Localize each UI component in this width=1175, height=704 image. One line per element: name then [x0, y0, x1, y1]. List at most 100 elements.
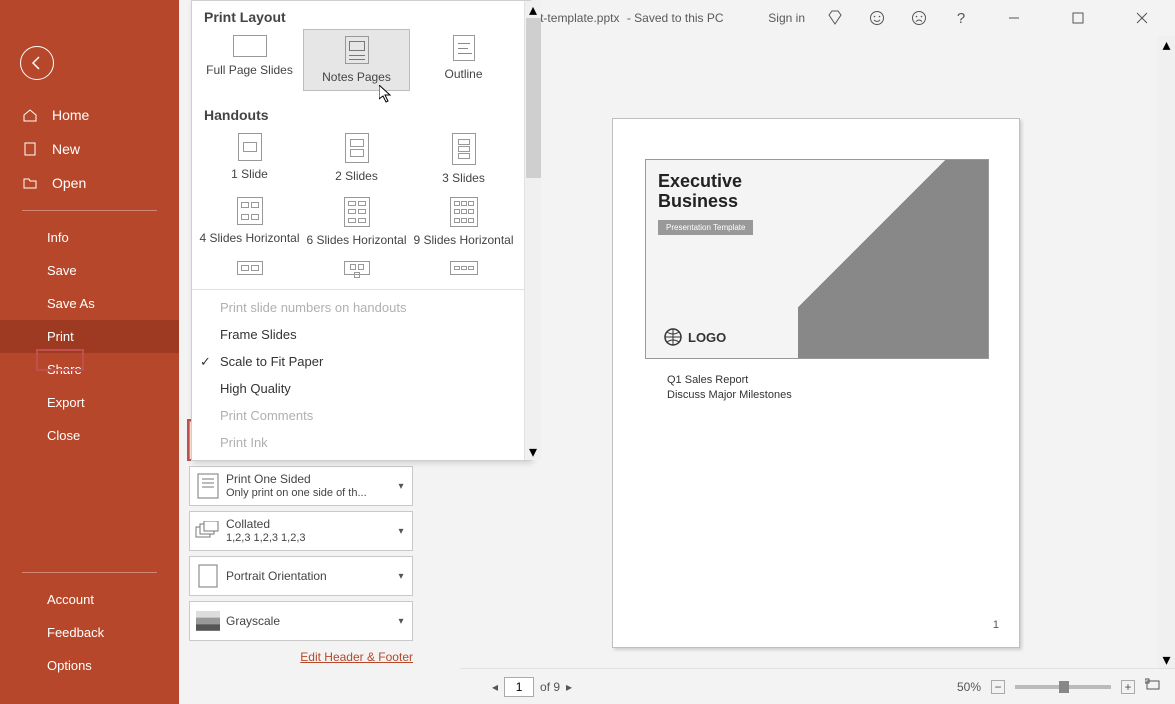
scrollbar-up-arrow[interactable]: ▴ — [525, 1, 541, 18]
note-line-1: Q1 Sales Report — [667, 373, 792, 388]
sidebar-item-home[interactable]: Home — [0, 98, 179, 132]
option-frame-slides[interactable]: Frame Slides — [192, 321, 530, 348]
layout-4-slides-horizontal[interactable]: 4 Slides Horizontal — [196, 191, 303, 253]
saved-status: - Saved to this PC — [627, 11, 724, 25]
home-icon — [22, 107, 38, 123]
chevron-down-icon: ▾ — [390, 481, 412, 492]
scrollbar-thumb[interactable] — [526, 18, 541, 178]
next-page-button[interactable]: ▸ — [566, 680, 572, 694]
setting-collated-dropdown[interactable]: Collated1,2,3 1,2,3 1,2,3 ▾ — [189, 511, 413, 551]
popup-scrollbar[interactable]: ▴ ▾ — [524, 1, 541, 460]
preview-scrollbar[interactable]: ▴ ▾ — [1158, 36, 1175, 668]
edit-header-footer-link[interactable]: Edit Header & Footer — [189, 650, 413, 664]
backstage-sidebar: Home New Open Info Save Save As Print Sh… — [0, 0, 179, 704]
diamond-icon[interactable] — [823, 6, 847, 30]
option-label: High Quality — [220, 381, 291, 396]
layout-label: Full Page Slides — [206, 63, 293, 77]
sidebar-item-save[interactable]: Save — [0, 254, 179, 287]
zoom-slider-handle[interactable] — [1059, 681, 1069, 693]
layout-full-page-slides[interactable]: Full Page Slides — [196, 29, 303, 91]
speaker-notes: Q1 Sales Report Discuss Major Milestones — [667, 373, 792, 404]
scrollbar-up-arrow[interactable]: ▴ — [1158, 36, 1175, 53]
sidebar-divider — [22, 210, 157, 211]
setting-title: Portrait Orientation — [226, 569, 386, 584]
zoom-out-button[interactable]: − — [991, 680, 1005, 694]
close-button[interactable] — [1119, 0, 1165, 36]
chevron-down-icon: ▾ — [390, 571, 412, 582]
layout-2-slides[interactable]: 2 Slides — [303, 127, 410, 191]
note-line-2: Discuss Major Milestones — [667, 388, 792, 403]
frown-icon[interactable] — [907, 6, 931, 30]
previous-page-button[interactable]: ◂ — [492, 680, 498, 694]
check-icon: ✓ — [200, 354, 211, 370]
sidebar-item-close[interactable]: Close — [0, 419, 179, 452]
zoom-in-button[interactable]: + — [1121, 680, 1135, 694]
zoom-percentage: 50% — [957, 680, 981, 694]
portrait-icon — [190, 557, 226, 595]
layout-6-slides-horizontal[interactable]: 6 Slides Horizontal — [303, 191, 410, 253]
sidebar-item-export[interactable]: Export — [0, 386, 179, 419]
option-high-quality[interactable]: High Quality — [192, 375, 530, 402]
option-label: Print slide numbers on handouts — [220, 300, 406, 315]
layout-6-slides-vertical[interactable] — [303, 261, 410, 281]
slide-image — [798, 160, 988, 358]
layout-label: 1 Slide — [231, 167, 268, 181]
sidebar-label: Home — [52, 107, 89, 123]
scrollbar-down-arrow[interactable]: ▾ — [1158, 651, 1175, 668]
zoom-fit-button[interactable] — [1145, 677, 1161, 696]
minimize-button[interactable] — [991, 0, 1037, 36]
sidebar-item-open[interactable]: Open — [0, 166, 179, 200]
print-layout-popup: Print Layout Full Page Slides Notes Page… — [191, 0, 531, 461]
preview-slide: Executive Business Presentation Template… — [645, 159, 989, 359]
sign-in-link[interactable]: Sign in — [768, 11, 805, 25]
chevron-down-icon: ▾ — [390, 616, 412, 627]
setting-orientation-dropdown[interactable]: Portrait Orientation ▾ — [189, 556, 413, 596]
current-page-input[interactable] — [504, 677, 534, 697]
sidebar-item-feedback[interactable]: Feedback — [0, 616, 179, 649]
scrollbar-down-arrow[interactable]: ▾ — [525, 443, 541, 460]
smile-icon[interactable] — [865, 6, 889, 30]
sidebar-item-account[interactable]: Account — [0, 583, 179, 616]
layout-label: Notes Pages — [322, 70, 391, 84]
total-pages: of 9 — [540, 680, 560, 694]
setting-sub: 1,2,3 1,2,3 1,2,3 — [226, 532, 386, 546]
setting-color-dropdown[interactable]: Grayscale ▾ — [189, 601, 413, 641]
back-button[interactable] — [20, 46, 54, 80]
sidebar-item-print[interactable]: Print — [0, 320, 179, 353]
layout-9-slides-horizontal[interactable]: 9 Slides Horizontal — [410, 191, 517, 253]
sidebar-item-share[interactable]: Share — [0, 353, 179, 386]
help-icon[interactable]: ? — [949, 6, 973, 30]
layout-1-slide[interactable]: 1 Slide — [196, 127, 303, 191]
setting-sides-dropdown[interactable]: Print One SidedOnly print on one side of… — [189, 466, 413, 506]
sidebar-label: Save As — [47, 296, 95, 311]
layout-label: 6 Slides Horizontal — [306, 233, 406, 247]
sidebar-label: Close — [47, 428, 80, 443]
option-label: Frame Slides — [220, 327, 297, 342]
slide-logo: LOGO — [664, 328, 726, 346]
page-number: 1 — [993, 619, 999, 631]
sidebar-item-save-as[interactable]: Save As — [0, 287, 179, 320]
layout-9-slides-vertical[interactable] — [410, 261, 517, 281]
sidebar-item-options[interactable]: Options — [0, 649, 179, 682]
sidebar-label: Share — [47, 362, 82, 377]
option-scale-to-fit[interactable]: ✓Scale to Fit Paper — [192, 348, 530, 375]
open-icon — [22, 175, 38, 191]
sidebar-item-info[interactable]: Info — [0, 221, 179, 254]
layout-label: 4 Slides Horizontal — [199, 231, 299, 245]
grayscale-icon — [190, 602, 226, 640]
layout-notes-pages[interactable]: Notes Pages — [303, 29, 410, 91]
maximize-button[interactable] — [1055, 0, 1101, 36]
layout-4-slides-vertical[interactable] — [196, 261, 303, 281]
setting-title: Collated — [226, 517, 386, 532]
layout-outline[interactable]: Outline — [410, 29, 517, 91]
layout-3-slides[interactable]: 3 Slides — [410, 127, 517, 191]
sidebar-label: Options — [47, 658, 92, 673]
sidebar-label: Info — [47, 230, 69, 245]
handouts-heading: Handouts — [192, 99, 530, 127]
setting-sub: Only print on one side of th... — [226, 487, 386, 501]
sidebar-item-new[interactable]: New — [0, 132, 179, 166]
collated-icon — [190, 512, 226, 550]
zoom-slider[interactable] — [1015, 685, 1111, 689]
sidebar-label: Feedback — [47, 625, 104, 640]
print-preview: Executive Business Presentation Template… — [460, 36, 1175, 668]
